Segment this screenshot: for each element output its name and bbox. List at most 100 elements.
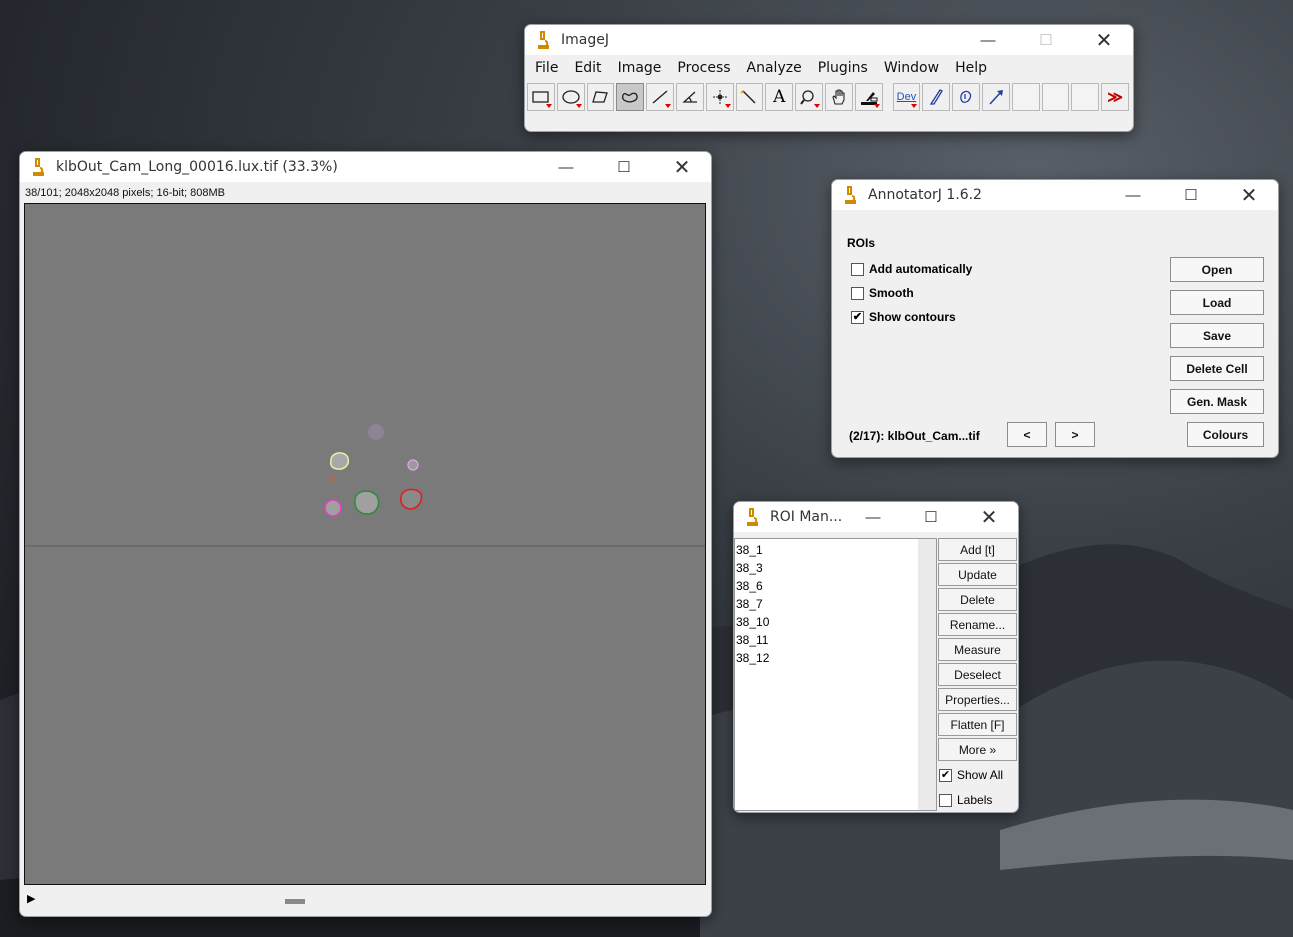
list-item[interactable]: 38_1 xyxy=(736,543,763,557)
checkbox-label: Show contours xyxy=(869,310,956,324)
labels-checkbox[interactable]: Labels xyxy=(939,793,992,808)
delete-cell-button[interactable]: Delete Cell xyxy=(1170,356,1264,381)
maximize-icon[interactable]: ☐ xyxy=(595,152,653,182)
window-title: ImageJ xyxy=(561,32,609,48)
hand-tool-icon[interactable] xyxy=(824,83,853,111)
play-icon[interactable]: ▶ xyxy=(27,892,35,905)
open-button[interactable]: Open xyxy=(1170,257,1264,282)
imagej-titlebar[interactable]: ImageJ — ☐ ✕ xyxy=(525,25,1133,55)
menu-process[interactable]: Process xyxy=(669,60,738,76)
annotatorj-window: AnnotatorJ 1.6.2 — ☐ ✕ ROIs Add automati… xyxy=(831,179,1279,458)
close-icon[interactable]: ✕ xyxy=(1220,180,1278,210)
magnifier-tool-icon[interactable] xyxy=(795,83,823,111)
image-titlebar[interactable]: klbOut_Cam_Long_00016.lux.tif (33.3%) — … xyxy=(20,152,711,182)
annotatorj-titlebar[interactable]: AnnotatorJ 1.6.2 — ☐ ✕ xyxy=(832,180,1278,210)
checkbox-label: Add automatically xyxy=(869,262,973,276)
save-button[interactable]: Save xyxy=(1170,323,1264,348)
minimize-icon[interactable]: — xyxy=(844,502,902,532)
text-tool-icon[interactable]: A xyxy=(765,83,794,111)
menu-help[interactable]: Help xyxy=(947,60,995,76)
list-item[interactable]: 38_3 xyxy=(736,561,763,575)
empty-slot xyxy=(1011,83,1040,111)
checkbox-unchecked[interactable] xyxy=(851,287,864,301)
checkbox-checked[interactable]: ✔ xyxy=(851,311,864,325)
roi-manager-titlebar[interactable]: ROI Man... — ☐ ✕ xyxy=(734,502,1018,532)
cell-overlay xyxy=(25,424,705,547)
show-all-checkbox[interactable]: ✔ Show All xyxy=(939,768,1003,783)
freehand-tool-icon[interactable] xyxy=(616,83,645,111)
microscope-icon xyxy=(538,31,549,49)
previous-image-button[interactable]: < xyxy=(1007,422,1047,447)
list-item[interactable]: 38_11 xyxy=(736,633,768,647)
window-title: klbOut_Cam_Long_00016.lux.tif (33.3%) xyxy=(56,159,338,175)
rename-button[interactable]: Rename... xyxy=(938,613,1017,636)
add-button[interactable]: Add [t] xyxy=(938,538,1017,561)
image-info: 38/101; 2048x2048 pixels; 16-bit; 808MB xyxy=(25,187,225,199)
close-icon[interactable]: ✕ xyxy=(653,152,711,182)
wand-tool-icon[interactable] xyxy=(735,83,764,111)
show-contours-checkbox[interactable]: ✔ Show contours xyxy=(851,310,956,325)
list-item[interactable]: 38_12 xyxy=(736,651,769,665)
microscope-icon xyxy=(845,186,856,204)
point-tool-icon[interactable] xyxy=(705,83,734,111)
menu-file[interactable]: File xyxy=(527,60,566,76)
arrow-tool-icon[interactable] xyxy=(981,83,1010,111)
delete-button[interactable]: Delete xyxy=(938,588,1017,611)
flood-fill-tool-icon[interactable] xyxy=(952,83,980,111)
dev-label: Dev xyxy=(896,91,917,103)
close-icon[interactable]: ✕ xyxy=(960,502,1018,532)
load-button[interactable]: Load xyxy=(1170,290,1264,315)
colours-button[interactable]: Colours xyxy=(1187,422,1264,447)
list-item[interactable]: 38_6 xyxy=(736,579,763,593)
oval-tool-icon[interactable] xyxy=(556,83,585,111)
maximize-icon[interactable]: ☐ xyxy=(1017,25,1075,55)
gen-mask-button[interactable]: Gen. Mask xyxy=(1170,389,1264,414)
scroll-thumb[interactable] xyxy=(285,899,305,904)
roi-list[interactable]: 38_1 38_3 38_6 38_7 38_10 38_11 38_12 xyxy=(734,538,937,811)
add-automatically-checkbox[interactable]: Add automatically xyxy=(851,262,973,277)
update-button[interactable]: Update xyxy=(938,563,1017,586)
flatten-button[interactable]: Flatten [F] xyxy=(938,713,1017,736)
maximize-icon[interactable]: ☐ xyxy=(1162,180,1220,210)
minimize-icon[interactable]: — xyxy=(1104,180,1162,210)
more-button[interactable]: More » xyxy=(938,738,1017,761)
list-scrollbar[interactable] xyxy=(918,539,936,810)
properties-button[interactable]: Properties... xyxy=(938,688,1017,711)
minimize-icon[interactable]: — xyxy=(959,25,1017,55)
cell-roi-magenta xyxy=(324,499,342,517)
next-image-button[interactable]: > xyxy=(1055,422,1095,447)
more-tools-icon[interactable]: ≫ xyxy=(1101,83,1129,111)
checkbox-checked[interactable]: ✔ xyxy=(939,769,952,783)
dropper-tool-icon[interactable] xyxy=(854,83,883,111)
close-icon[interactable]: ✕ xyxy=(1075,25,1133,55)
empty-slot xyxy=(1071,83,1100,111)
menu-analyze[interactable]: Analyze xyxy=(739,60,810,76)
minimize-icon[interactable]: — xyxy=(537,152,595,182)
dev-tool-icon[interactable]: Dev xyxy=(892,83,921,111)
list-item[interactable]: 38_7 xyxy=(736,597,763,611)
measure-button[interactable]: Measure xyxy=(938,638,1017,661)
rois-section-label: ROIs xyxy=(847,236,876,250)
cell-roi-orange xyxy=(330,476,336,482)
menu-bar: File Edit Image Process Analyze Plugins … xyxy=(525,55,1133,81)
cell-roi-green xyxy=(354,490,380,515)
brush-tool-icon[interactable] xyxy=(922,83,951,111)
image-canvas[interactable] xyxy=(24,203,706,885)
menu-edit[interactable]: Edit xyxy=(566,60,609,76)
horizontal-scrollbar[interactable]: ▶ xyxy=(24,890,706,910)
menu-image[interactable]: Image xyxy=(610,60,670,76)
checkbox-unchecked[interactable] xyxy=(851,263,864,277)
smooth-checkbox[interactable]: Smooth xyxy=(851,286,914,301)
deselect-button[interactable]: Deselect xyxy=(938,663,1017,686)
line-tool-icon[interactable] xyxy=(646,83,674,111)
maximize-icon[interactable]: ☐ xyxy=(902,502,960,532)
menu-window[interactable]: Window xyxy=(876,60,947,76)
polygon-tool-icon[interactable] xyxy=(586,83,615,111)
angle-tool-icon[interactable] xyxy=(675,83,704,111)
checkbox-unchecked[interactable] xyxy=(939,794,952,808)
cell-roi-yellow xyxy=(329,452,350,470)
cell-roi-red xyxy=(400,488,423,510)
list-item[interactable]: 38_10 xyxy=(736,615,769,629)
rectangle-tool-icon[interactable] xyxy=(527,83,555,111)
menu-plugins[interactable]: Plugins xyxy=(810,60,876,76)
